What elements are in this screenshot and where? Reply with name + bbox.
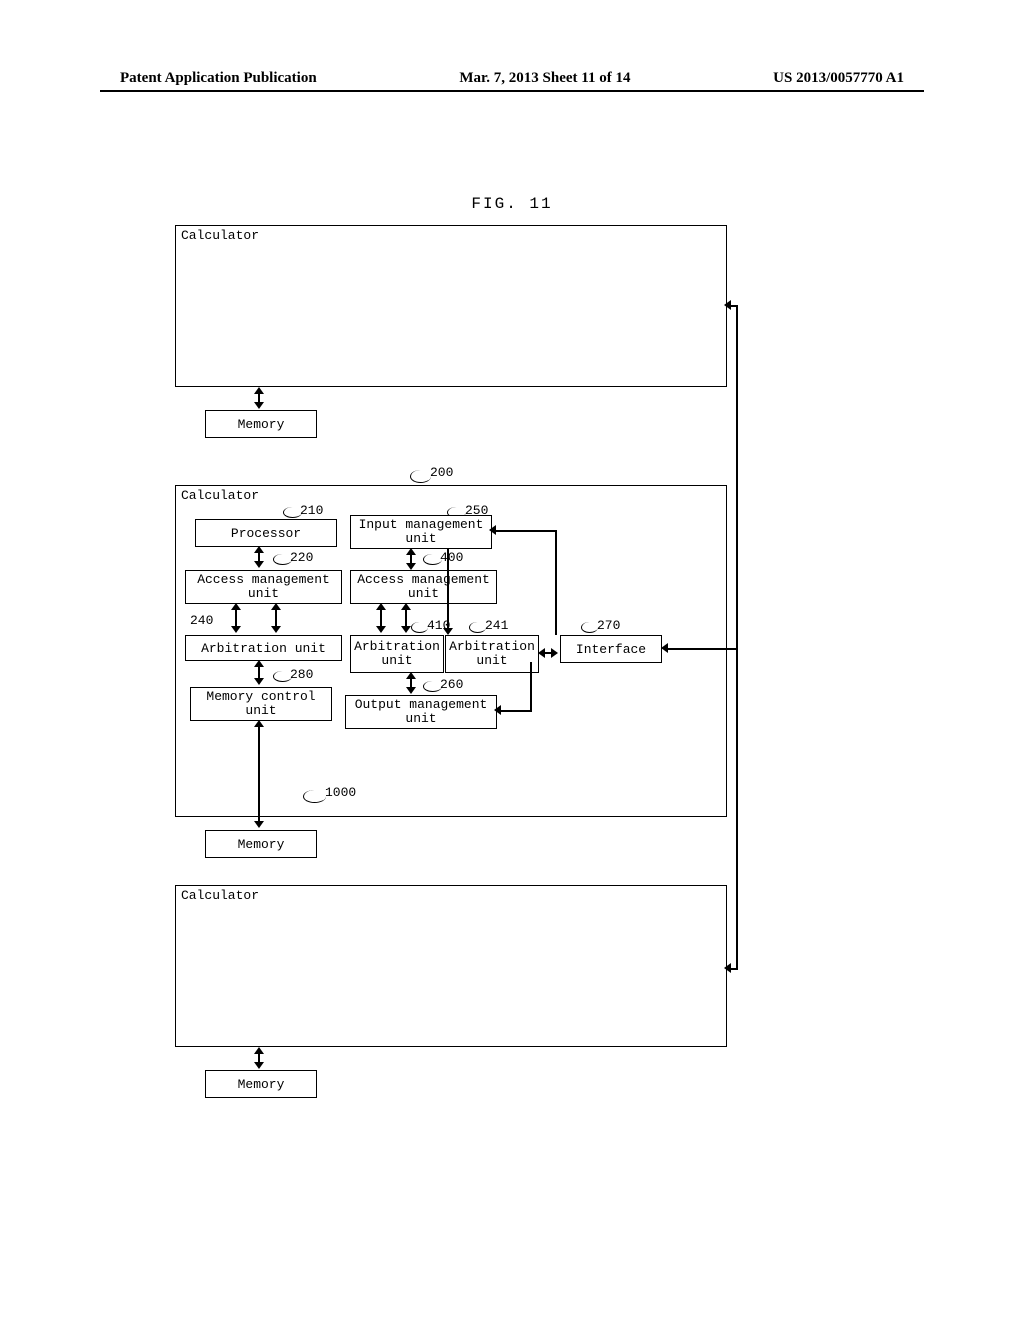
arrowhead-ext-bot	[724, 963, 731, 973]
arrow-calc-mem-top	[253, 387, 265, 409]
arrow-am2-arb2-a	[375, 603, 387, 633]
arb-unit-1-box: Arbitration unit	[185, 635, 342, 661]
arb-unit-1-label: Arbitration unit	[201, 641, 326, 656]
access-mgmt-1-box: Access management unit	[185, 570, 342, 604]
output-mgmt-label: Output management unit	[346, 698, 496, 727]
ref-280: 280	[290, 667, 313, 682]
ref-240: 240	[190, 613, 213, 628]
figure-title: FIG. 11	[0, 195, 1024, 213]
mem-ctrl-label: Memory control unit	[191, 690, 331, 719]
curve-410	[411, 622, 428, 633]
line-iface-out-v	[530, 662, 532, 710]
arrowhead-iface-out	[494, 705, 501, 715]
calculator-top-box: Calculator	[175, 225, 727, 387]
arrow-proc-access	[253, 546, 265, 568]
ref-400: 400	[440, 550, 463, 565]
access-mgmt-2-box: Access management unit	[350, 570, 497, 604]
processor-label: Processor	[231, 526, 301, 541]
curve-210	[283, 507, 302, 518]
line-iface-in-h	[491, 530, 557, 532]
arrow-arb1-memctrl	[253, 660, 265, 685]
ref-210: 210	[300, 503, 323, 518]
ref-200: 200	[430, 465, 453, 480]
calculator-bot-box: Calculator	[175, 885, 727, 1047]
curve-260	[423, 681, 442, 692]
ext-bus-v	[736, 305, 738, 970]
header-right: US 2013/0057770 A1	[773, 70, 904, 87]
mem-ctrl-box: Memory control unit	[190, 687, 332, 721]
input-mgmt-label: Input management unit	[351, 518, 491, 547]
line-iface-in-v	[555, 530, 557, 635]
memory-mid-box: Memory	[205, 830, 317, 858]
arrowhead-ext-iface	[661, 643, 668, 653]
curve-1000	[303, 790, 326, 803]
ref-241: 241	[485, 618, 508, 633]
arrowhead-ext-top	[724, 300, 731, 310]
header-left: Patent Application Publication	[120, 70, 317, 87]
arrow-arb3-iface	[538, 647, 558, 659]
line-input-arb3	[447, 548, 449, 633]
curve-200	[410, 470, 431, 483]
ref-1000: 1000	[325, 785, 356, 800]
arrow-calc-mem-bot	[253, 1047, 265, 1069]
header-divider	[100, 90, 924, 92]
arrow-am1-arb1-a	[230, 603, 242, 633]
arrowhead-input-arb3	[443, 628, 453, 635]
arb-unit-3-box: Arbitration unit	[445, 635, 539, 673]
output-mgmt-box: Output management unit	[345, 695, 497, 729]
line-iface-out-h	[496, 710, 532, 712]
arrow-arb2-out	[405, 672, 417, 694]
curve-280	[273, 671, 292, 682]
arb-unit-2-label: Arbitration unit	[351, 640, 443, 669]
calculator-mid-label: Calculator	[181, 488, 259, 503]
memory-mid-label: Memory	[238, 837, 285, 852]
interface-label: Interface	[576, 642, 646, 657]
curve-270	[581, 622, 598, 633]
arrow-am1-arb1-b	[270, 603, 282, 633]
processor-box: Processor	[195, 519, 337, 547]
arrow-input-access	[405, 548, 417, 570]
input-mgmt-box: Input management unit	[350, 515, 492, 549]
memory-bot-label: Memory	[238, 1077, 285, 1092]
curve-241	[469, 622, 486, 633]
ext-iface-h	[668, 648, 738, 650]
arb-unit-3-label: Arbitration unit	[446, 640, 538, 669]
memory-bot-box: Memory	[205, 1070, 317, 1098]
arb-unit-2-box: Arbitration unit	[350, 635, 444, 673]
curve-220	[273, 554, 292, 565]
interface-box: Interface	[560, 635, 662, 663]
access-mgmt-1-label: Access management unit	[186, 573, 341, 602]
ref-220: 220	[290, 550, 313, 565]
header-center: Mar. 7, 2013 Sheet 11 of 14	[459, 70, 630, 87]
arrowhead-iface-in	[489, 525, 496, 535]
arrow-memctrl-mem	[253, 720, 265, 828]
memory-top-box: Memory	[205, 410, 317, 438]
calculator-top-label: Calculator	[181, 228, 259, 243]
curve-400	[423, 554, 442, 565]
ref-270: 270	[597, 618, 620, 633]
memory-top-label: Memory	[238, 417, 285, 432]
ref-260: 260	[440, 677, 463, 692]
calculator-bot-label: Calculator	[181, 888, 259, 903]
access-mgmt-2-label: Access management unit	[351, 573, 496, 602]
